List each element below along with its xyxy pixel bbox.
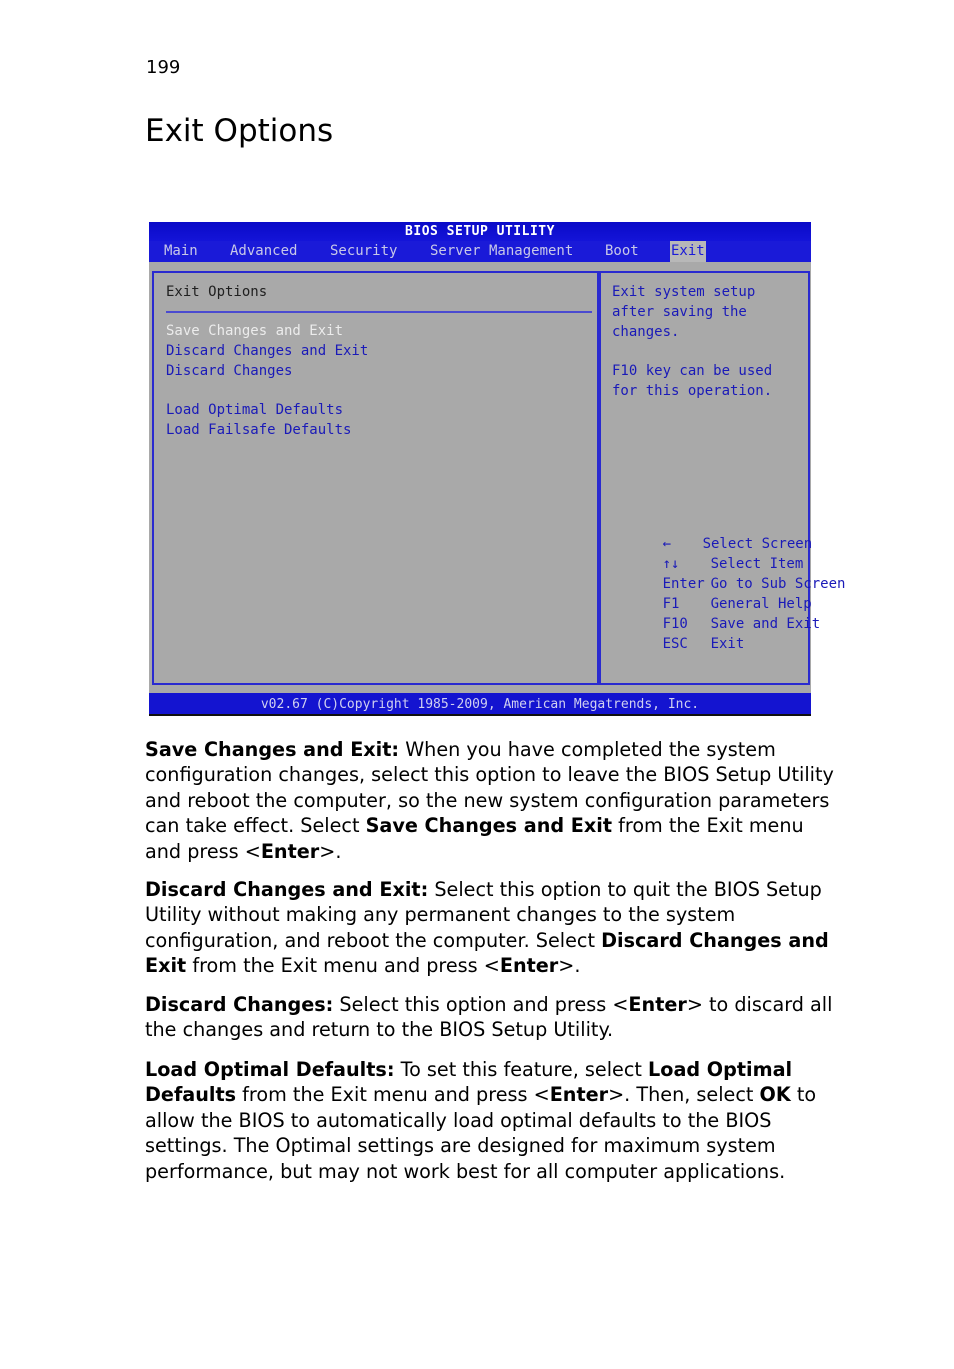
- body-text: >.: [558, 954, 581, 978]
- paragraph-load-optimal-defaults: Load Optimal Defaults: To set this featu…: [145, 1057, 835, 1184]
- paragraph-discard-changes: Discard Changes: Select this option and …: [145, 992, 835, 1043]
- paragraph-discard-changes-and-exit: Discard Changes and Exit: Select this op…: [145, 877, 835, 979]
- option-load-failsafe-defaults[interactable]: Load Failsafe Defaults: [166, 422, 351, 438]
- bios-title-bar: BIOS SETUP UTILITY: [149, 222, 811, 241]
- help-text-line: changes.: [612, 324, 680, 340]
- key-action: Exit: [710, 636, 745, 652]
- emphasized-text: Save Changes and Exit: [365, 814, 612, 838]
- option-load-optimal-defaults[interactable]: Load Optimal Defaults: [166, 402, 343, 418]
- tab-exit[interactable]: Exit: [670, 241, 706, 262]
- paragraph-term: Discard Changes and Exit:: [145, 878, 429, 901]
- panel-heading: Exit Options: [166, 284, 268, 300]
- paragraph-save-changes-and-exit: Save Changes and Exit: When you have com…: [145, 737, 835, 864]
- body-text: Select this option and press <: [333, 993, 629, 1016]
- tab-boot[interactable]: Boot: [604, 241, 640, 262]
- paragraph-term: Discard Changes:: [145, 993, 334, 1016]
- bios-screenshot: BIOS SETUP UTILITY Main Advanced Securit…: [149, 222, 845, 716]
- body-text: from the Exit menu and press <: [236, 1083, 550, 1107]
- tab-advanced[interactable]: Advanced: [229, 241, 298, 262]
- body-text: To set this feature, select: [394, 1058, 649, 1081]
- key-legend-row: ESC Exit: [612, 620, 745, 668]
- emphasized-text: Enter: [499, 954, 559, 978]
- help-text-line: F10 key can be used: [612, 363, 773, 379]
- option-discard-changes[interactable]: Discard Changes: [166, 363, 292, 379]
- body-text: >. Then, select: [608, 1083, 760, 1107]
- tab-security[interactable]: Security: [329, 241, 398, 262]
- bios-menu-bar: Main Advanced Security Server Management…: [149, 241, 811, 262]
- body-text: from the Exit menu and press <: [186, 954, 500, 978]
- emphasized-text: Enter: [628, 993, 687, 1016]
- page-title: Exit Options: [145, 113, 334, 149]
- key-name: ESC: [662, 636, 688, 652]
- option-discard-changes-and-exit[interactable]: Discard Changes and Exit: [166, 343, 368, 359]
- emphasized-text: Enter: [260, 839, 320, 863]
- help-text-line: after saving the: [612, 304, 747, 320]
- help-text-line: Exit system setup: [612, 284, 756, 300]
- tab-server-management[interactable]: Server Management: [429, 241, 574, 262]
- emphasized-text: Enter: [549, 1083, 609, 1107]
- bios-options-panel: Exit Options Save Changes and Exit Disca…: [152, 271, 599, 685]
- tab-main[interactable]: Main: [163, 241, 199, 262]
- emphasized-text: OK: [759, 1083, 791, 1107]
- body-text: >.: [319, 839, 342, 863]
- paragraph-term: Load Optimal Defaults:: [145, 1058, 395, 1081]
- page-number: 199: [146, 57, 181, 78]
- panel-divider: [166, 311, 592, 313]
- paragraph-term: Save Changes and Exit:: [145, 738, 400, 761]
- bios-help-panel: Exit system setup after saving the chang…: [599, 271, 845, 685]
- bios-copyright-footer: v02.67 (C)Copyright 1985-2009, American …: [149, 693, 811, 716]
- help-text-line: for this operation.: [612, 383, 773, 399]
- option-save-changes-and-exit[interactable]: Save Changes and Exit: [166, 323, 343, 339]
